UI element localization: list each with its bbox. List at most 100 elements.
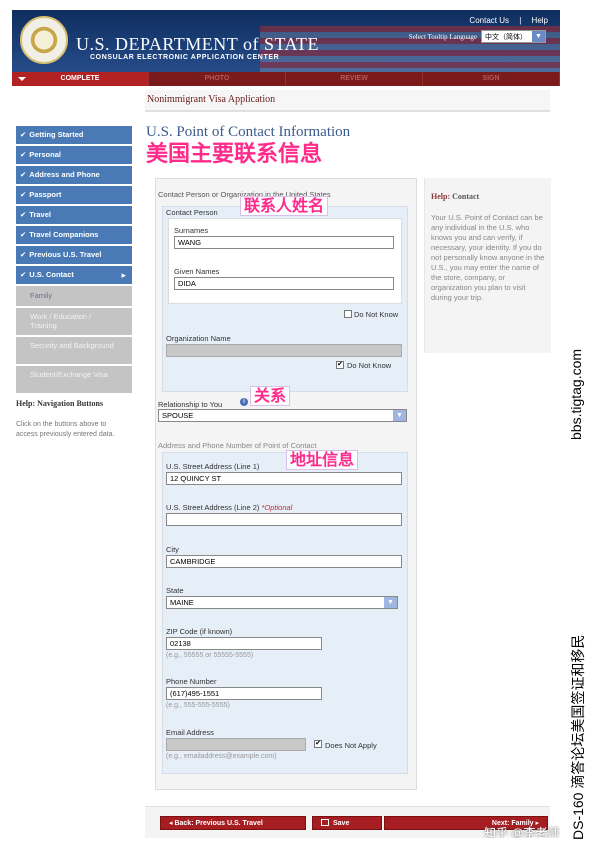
language-value: 中文（简体） xyxy=(485,33,527,41)
back-button[interactable]: ◂ Back: Previous U.S. Travel xyxy=(160,816,306,830)
site-header: U.S. DEPARTMENT of STATE CONSULAR ELECTR… xyxy=(12,10,560,72)
street2-optional: *Optional xyxy=(261,503,293,512)
annotation-relationship: 关系 xyxy=(250,386,291,407)
progress-step-sign: SIGN xyxy=(423,72,560,86)
street2-input[interactable] xyxy=(166,513,402,526)
sidebar-subitem-student-exchange[interactable]: Student/Exchange Visa xyxy=(16,366,132,393)
given-names-label: Given Names xyxy=(174,267,220,276)
check-icon: ✔ xyxy=(20,130,27,139)
zip-hint: (e.g., 55555 or 55555-5555) xyxy=(166,652,254,659)
do-not-know-contact-checkbox[interactable] xyxy=(344,310,352,318)
sidebar-subitem-work-education[interactable]: Work / Education / Training xyxy=(16,308,132,335)
zip-input[interactable]: 02138 xyxy=(166,637,322,650)
state-select[interactable]: MAINE ▼ xyxy=(166,596,398,609)
side-watermark-text: DS-160 滴答论坛美国签证和移民 xyxy=(570,634,586,840)
chevron-down-icon: ▼ xyxy=(393,410,406,421)
address-box xyxy=(162,452,408,774)
check-icon: ✔ xyxy=(20,210,27,219)
department-subtitle: CONSULAR ELECTRONIC APPLICATION CENTER xyxy=(90,54,280,61)
do-not-know-contact-label: Do Not Know xyxy=(354,310,399,319)
address-caption: Address and Phone Number of Point of Con… xyxy=(158,441,317,450)
email-input[interactable] xyxy=(166,738,306,751)
organization-name-input[interactable] xyxy=(166,344,402,357)
relationship-select[interactable]: SPOUSE ▼ xyxy=(158,409,407,422)
street2-label-text: U.S. Street Address (Line 2) xyxy=(166,503,260,512)
sidebar-item-travel-companions[interactable]: ✔ Travel Companions xyxy=(16,226,132,244)
top-links: Contact Us | Help xyxy=(465,16,552,25)
sidebar-item-label: U.S. Contact xyxy=(29,270,74,279)
check-icon: ✔ xyxy=(20,170,27,179)
chevron-down-icon: ▼ xyxy=(532,31,545,42)
sidebar-help-title: Help: Navigation Buttons xyxy=(16,399,104,408)
annotation-title: 美国主要联系信息 xyxy=(146,142,323,167)
email-label: Email Address xyxy=(166,728,214,737)
email-does-not-apply-label: Does Not Apply xyxy=(325,741,377,750)
sidebar-item-travel[interactable]: ✔ Travel xyxy=(16,206,132,224)
sidebar-subitem-family[interactable]: Family xyxy=(16,286,132,306)
sidebar-item-label: Travel xyxy=(29,210,51,219)
language-label: Select Tooltip Language xyxy=(408,32,477,41)
street2-label: U.S. Street Address (Line 2) *Optional xyxy=(166,503,292,512)
sidebar-item-previous-travel[interactable]: ✔ Previous U.S. Travel xyxy=(16,246,132,264)
surnames-label: Surnames xyxy=(174,226,209,235)
contact-us-link[interactable]: Contact Us xyxy=(469,16,509,25)
help-title-prefix: Help: xyxy=(431,192,451,201)
side-watermark-url: bbs.tigtag.com xyxy=(568,348,584,440)
sidebar-subitem-security[interactable]: Security and Background xyxy=(16,337,132,364)
given-names-input[interactable]: DIDA xyxy=(174,277,394,290)
chevron-down-icon: ▼ xyxy=(384,597,397,608)
back-button-label: Back: Previous U.S. Travel xyxy=(174,820,263,827)
save-button-label: Save xyxy=(333,820,350,827)
sidebar-item-getting-started[interactable]: ✔ Getting Started xyxy=(16,126,132,144)
sidebar-item-label: Travel Companions xyxy=(29,230,99,239)
sidebar-item-label: Address and Phone xyxy=(29,170,100,179)
browser-frame: U.S. DEPARTMENT of STATE CONSULAR ELECTR… xyxy=(12,10,560,838)
sidebar: ✔ Getting Started ✔ Personal ✔ Address and … xyxy=(16,126,132,440)
state-label: State xyxy=(166,586,184,595)
street1-input[interactable]: 12 QUINCY ST xyxy=(166,472,402,485)
check-icon: ✔ xyxy=(20,150,27,159)
language-select[interactable]: 中文（简体） ▼ xyxy=(481,30,546,43)
contact-person-label: Contact Person xyxy=(166,208,218,217)
help-title: Help: Contact xyxy=(431,192,545,201)
annotation-contact-name: 联系人姓名 xyxy=(240,196,329,217)
relationship-label: Relationship to You xyxy=(158,400,223,409)
city-input[interactable]: CAMBRIDGE xyxy=(166,555,402,568)
check-icon: ✔ xyxy=(20,230,27,239)
sidebar-item-label: Passport xyxy=(29,190,62,199)
phone-label: Phone Number xyxy=(166,677,217,686)
phone-input[interactable]: (617)495-1551 xyxy=(166,687,322,700)
organization-name-label: Organization Name xyxy=(166,334,231,343)
help-link[interactable]: Help xyxy=(532,16,548,25)
sidebar-item-address-phone[interactable]: ✔ Address and Phone xyxy=(16,166,132,184)
progress-step-complete: COMPLETE xyxy=(12,72,149,86)
help-panel: Help: Contact Your U.S. Point of Contact… xyxy=(424,178,551,353)
save-icon xyxy=(321,819,329,826)
tooltip-language: Select Tooltip Language 中文（简体） ▼ xyxy=(409,30,546,43)
sidebar-item-us-contact[interactable]: ✔ U.S. Contact xyxy=(16,266,132,284)
progress-step-review: REVIEW xyxy=(286,72,423,86)
do-not-know-org-checkbox[interactable]: ✔ xyxy=(336,361,344,369)
do-not-know-org-label: Do Not Know xyxy=(347,361,392,370)
relationship-value: SPOUSE xyxy=(162,411,194,420)
top-links-separator: | xyxy=(519,16,522,25)
zip-label: ZIP Code (if known) xyxy=(166,627,233,636)
sidebar-item-personal[interactable]: ✔ Personal xyxy=(16,146,132,164)
sidebar-item-label: Getting Started xyxy=(29,130,84,139)
email-hint: (e.g., emailaddress@example.com) xyxy=(166,753,277,760)
sidebar-item-passport[interactable]: ✔ Passport xyxy=(16,186,132,204)
sidebar-item-label: Personal xyxy=(29,150,61,159)
state-department-seal xyxy=(20,16,68,64)
sidebar-item-label: Previous U.S. Travel xyxy=(29,250,102,259)
save-button[interactable]: Save xyxy=(312,816,382,830)
annotation-address: 地址信息 xyxy=(286,450,359,471)
city-label: City xyxy=(166,545,179,554)
phone-hint: (e.g., 555-555-5555) xyxy=(166,702,230,709)
email-does-not-apply-checkbox[interactable]: ✔ xyxy=(314,740,322,748)
department-title: U.S. DEPARTMENT of STATE xyxy=(76,34,320,54)
sidebar-help-text: Click on the buttons above to access pre… xyxy=(16,421,115,438)
progress-steps: COMPLETE PHOTO REVIEW SIGN xyxy=(12,72,560,86)
help-title-topic: Contact xyxy=(452,192,480,201)
info-icon[interactable]: i xyxy=(240,398,248,406)
surnames-input[interactable]: WANG xyxy=(174,236,394,249)
